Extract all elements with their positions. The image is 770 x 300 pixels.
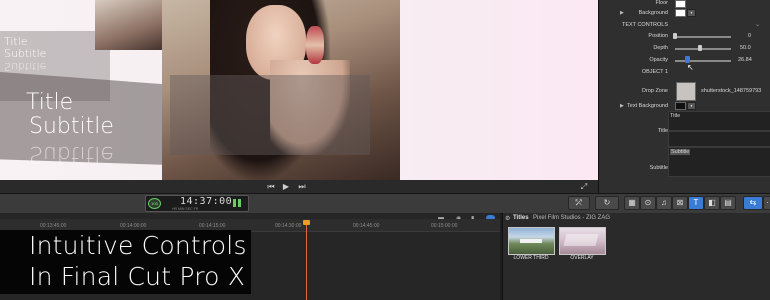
playhead[interactable] (306, 221, 307, 300)
text-controls-label: TEXT CONTROLS (621, 22, 668, 28)
caption-line-1: Intuitive Controls (29, 231, 247, 260)
position-label: Position (648, 33, 668, 39)
floor-color-swatch[interactable] (675, 0, 686, 8)
generators-icon[interactable]: ◧ (704, 196, 720, 210)
drop-zone-thumbnail[interactable] (676, 82, 696, 101)
background-color-swatch[interactable] (675, 9, 686, 17)
skip-back-icon[interactable]: ⏮ (265, 182, 277, 191)
mouse-cursor-icon: ↖ (687, 63, 694, 72)
drop-zone-filename: shutterstock_148759793 (701, 88, 762, 94)
skip-forward-icon[interactable]: ⏭ (296, 182, 308, 191)
text-background-dropdown-icon[interactable]: ▾ (687, 102, 696, 110)
large-subtitle-reflection: Subtitle (29, 141, 114, 166)
opacity-slider[interactable] (675, 60, 731, 62)
small-subtitle-reflection: Subtitle (4, 60, 47, 73)
object-1-label: OBJECT 1 (641, 69, 668, 75)
ruler-tick: 00:13:45:00 (40, 223, 67, 229)
floor-label: Floor (655, 0, 668, 6)
media-browser-icon[interactable]: ▦ (624, 196, 640, 210)
playhead-handle[interactable] (303, 220, 310, 225)
share-icon[interactable]: · (763, 196, 770, 210)
depth-slider[interactable] (675, 48, 731, 50)
ruler-tick: 00:15:00:00 (431, 223, 458, 229)
timecode-badge: 100 (148, 198, 161, 209)
position-slider-thumb[interactable] (673, 33, 677, 39)
ruler-tick: 00:14:00:00 (120, 223, 147, 229)
browser-path: Pixel Film Studios - ZIG ZAG (533, 215, 611, 221)
depth-slider-thumb[interactable] (698, 45, 702, 51)
fullscreen-icon[interactable]: ⤢ (578, 182, 590, 191)
play-icon[interactable]: ▶ (280, 182, 292, 191)
title-field-extension[interactable] (668, 131, 770, 147)
text-controls-chevron-icon[interactable]: ⌄ (755, 21, 760, 28)
text-background-swatch[interactable] (675, 102, 686, 110)
themes-icon[interactable]: ▤ (720, 196, 736, 210)
depth-value[interactable]: 50.0 (740, 45, 751, 51)
retime-tool-icon[interactable]: ↻ (595, 196, 619, 210)
large-title-text: Title (26, 90, 74, 115)
photo-earring (306, 26, 324, 64)
position-value[interactable]: 0 (748, 33, 751, 39)
audio-meter-right (238, 199, 241, 207)
background-dropdown-icon[interactable]: ▾ (687, 9, 696, 17)
camera-icon[interactable]: ⊙ (640, 196, 656, 210)
drop-zone-label: Drop Zone (642, 88, 668, 94)
subtitle-field-value[interactable]: Subtitle (670, 149, 691, 155)
select-tool-icon[interactable]: ⤱ (568, 196, 590, 210)
titles-label: Titles (513, 215, 529, 221)
overlay-panel-right (170, 75, 370, 155)
ruler-tick: 00:14:15:00 (199, 223, 226, 229)
depth-label: Depth (653, 45, 668, 51)
opacity-slider-thumb[interactable] (685, 56, 690, 63)
lower-third-bar (520, 239, 542, 243)
inspector-toggle-icon[interactable]: ⇆ (743, 196, 763, 210)
audio-meter-left (233, 199, 236, 207)
ruler-tick: 00:14:30:00 (275, 223, 302, 229)
music-icon[interactable]: ♫ (656, 196, 672, 210)
title-field[interactable] (668, 111, 770, 131)
timecode-value: 14:37:00 (180, 196, 233, 207)
subtitle-label: Subtitle (649, 165, 668, 171)
caption-line-2: In Final Cut Pro X (29, 262, 246, 291)
opacity-value[interactable]: 26.84 (738, 57, 752, 63)
background-label: Background (638, 10, 668, 16)
title-label: Title (657, 128, 668, 134)
small-subtitle-text: Subtitle (4, 47, 47, 60)
small-photo (95, 0, 170, 50)
title-field-value[interactable]: Title (670, 113, 680, 119)
transitions-icon[interactable]: ⊠ (672, 196, 688, 210)
lower-third-label: LOWER THIRD (513, 255, 549, 261)
large-subtitle-text: Subtitle (29, 114, 114, 139)
browser-sidebar-icon[interactable]: ⚙ (505, 215, 510, 222)
opacity-label: Opacity (649, 57, 668, 63)
timecode-units: HR MIN SEC FR (172, 207, 199, 211)
ruler-tick: 00:14:45:00 (353, 223, 380, 229)
text-background-label: Text Background (627, 103, 668, 109)
position-slider[interactable] (675, 36, 731, 38)
titles-icon[interactable]: T (688, 196, 704, 210)
viewer-canvas[interactable]: Title Subtitle Subtitle Title Subtitle S… (0, 0, 598, 180)
overlay-label: OVERLAY (570, 255, 594, 261)
overlay-thumb-shape (563, 234, 599, 246)
